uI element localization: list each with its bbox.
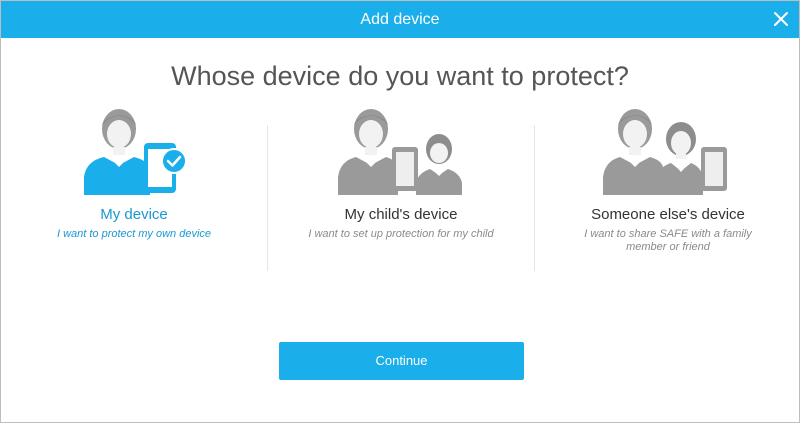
dialog-title: Add device bbox=[360, 11, 440, 28]
option-title: Someone else's device bbox=[591, 206, 745, 223]
option-icon-wrap bbox=[535, 105, 800, 195]
option-icon-wrap bbox=[268, 105, 534, 195]
option-title: My device bbox=[100, 206, 168, 223]
option-my-device[interactable]: My device I want to protect my own devic… bbox=[1, 105, 267, 275]
option-title: My child's device bbox=[344, 206, 458, 223]
add-device-dialog: Add device Whose device do you want to p… bbox=[0, 0, 800, 423]
title-bar: Add device bbox=[1, 1, 799, 38]
person-with-tablet-check-icon bbox=[84, 109, 187, 195]
option-description: I want to share SAFE with a family membe… bbox=[584, 228, 752, 253]
option-description: I want to protect my own device bbox=[56, 228, 212, 240]
option-icon-wrap bbox=[1, 105, 267, 195]
option-someone-elses-device[interactable]: Someone else's device I want to share SA… bbox=[535, 105, 800, 275]
continue-button[interactable]: Continue bbox=[279, 342, 524, 380]
two-people-tablet-icon bbox=[603, 109, 727, 195]
close-button[interactable] bbox=[771, 9, 791, 29]
option-my-childs-device[interactable]: My child's device I want to set up prote… bbox=[268, 105, 534, 275]
option-description: I want to set up protection for my child bbox=[308, 228, 494, 240]
page-heading: Whose device do you want to protect? bbox=[171, 61, 629, 91]
close-icon bbox=[774, 12, 788, 26]
parent-tablet-child-icon bbox=[338, 109, 462, 195]
